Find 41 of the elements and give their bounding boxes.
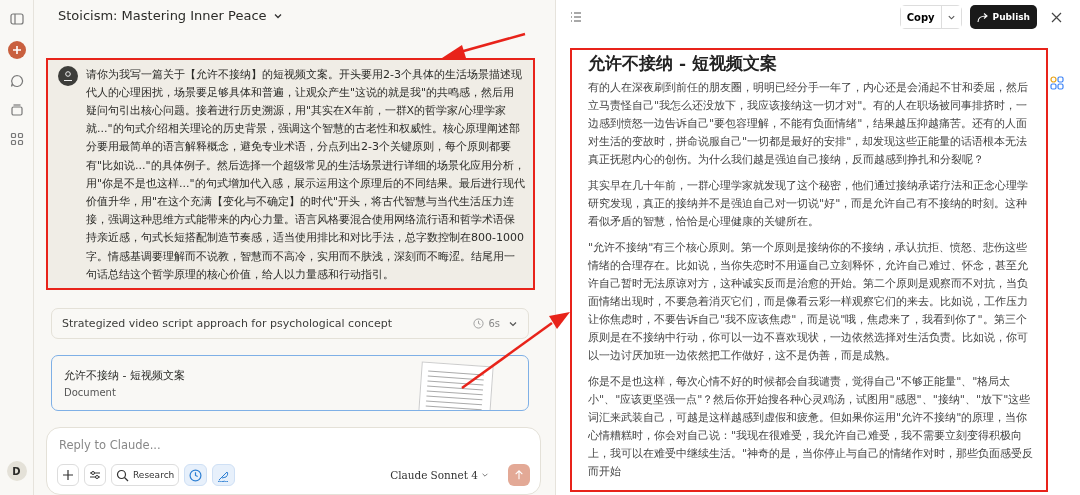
document-card-type: Document (64, 387, 117, 399)
document-card[interactable]: 允许不接纳 - 短视频文案 Document (51, 355, 529, 411)
publish-button[interactable]: Publish (969, 5, 1037, 29)
plus-icon (62, 469, 74, 481)
thinking-duration: 6s (488, 318, 500, 330)
clock-icon (473, 318, 485, 330)
model-selector[interactable]: Claude Sonnet 4 (384, 468, 495, 482)
thinking-summary-text: Strategized video script approach for psychological concept (62, 317, 393, 331)
document-paragraph: 有的人在深夜刷到前任的朋友圈，明明已经分手一年了，内心还是会涌起不甘和委屈，然后立马责怪自己"我怎么还没放下，我应该接纳这一切才对"。有的人在职场被同事排挤时，一边感到愤怒一边告诉自己"要包容理解，不能有负面情绪"，结果越压抑越痛苦。还有的人面对生活的变故时，拼命说服自己"一切都是最好的安排"，却发现这些正能量的话语根本无法真正抚慰内心的创伤。为什么我们越是强迫自己接纳，反而越感到挣扎和分裂呢？ (588, 80, 1029, 168)
clock-icon (189, 468, 203, 482)
sidebar-toggle-icon[interactable] (9, 12, 24, 26)
document-card-title: 允许不接纳 - 短视频文案 (64, 368, 185, 384)
user-message-text: 请你为我写一篇关于【允许不接纳】的短视频文案。开头要用2-3个具体的生活场景描述现代人的心理困扰，场景要足够具体和普遍，让观众产生"这说的就是我"的共鸣感，然后用疑问句引出核心问题。接着进行历史溯源，用"其实在X年前，一群X的哲学家/心理学家就..."的句式介绍相关理论的历史背景，强调这个智慧的古老性和权威性。核心原理阐述部分要用最简单的语言解释概念，避免专业术语，分点列出2-3个关键原则，每个原则都要有"比如说..."的具体例子。然后选择一个超级常见的生活场景进行详细的场景化应用分析，用"你是不是也这样..."的句式增加代入感，展示运用这个原理后的不同结果。最后进行现代价值升华，用"在这个充满【变化与不确定】的时代"开头，将古代智慧与当代生活压力连接，强调这种思维方式能带来的内心力量。语言风格要混合使用网络流行语和哲学术语保持亲近感，句式长短搭配制造节奏感，适当使用排比和对比手法，总字数控制在800-1000字。情感基调要理解而不说教，智慧而不高冷，实用而不肤浅，深刻而不晦涩。结尾用一句话总结这个哲学原理的核心价值，给人以力量感和行动指引。 (86, 66, 525, 283)
extended-thinking-toggle[interactable] (184, 464, 208, 486)
chat-title[interactable]: Stoicism: Mastering Inner Peace (58, 8, 267, 24)
share-arrow-icon (976, 11, 989, 23)
document-paragraph: 你是不是也这样，每次心情不好的时候都会自我谴责，觉得自己"不够正能量"、"格局太小"、"应该更坚强一点"？然后你开始搜各种心灵鸡汤，试图用"感恩"、"接纳"、"放下"这些词汇来武装自己，可越是这样越感到虚假和疲惫。但如果你运用"允许不接纳"的原理，当你心情糟糕时，你会对自己说："我现在很难受，我允许自己难受，我不需要立刻变得积极向上，我可以在难受中继续生活。"神奇的是，当你停止与自己的情绪作对时，那些负面感受反而开始 (588, 374, 1035, 480)
chat-bubble-icon[interactable] (9, 74, 24, 88)
search-icon (116, 468, 129, 482)
copy-button[interactable]: Copy (900, 6, 942, 28)
user-avatar-icon (58, 65, 78, 86)
document-title: 允许不接纳 - 短视频文案 (588, 52, 778, 75)
outline-list-icon[interactable] (570, 11, 582, 23)
chevron-down-icon (481, 471, 489, 479)
reply-field[interactable]: Reply to Claude... Research Claude Sonnet 4 (46, 427, 541, 495)
projects-icon[interactable] (9, 103, 24, 117)
add-button[interactable] (57, 464, 79, 486)
grid-icon[interactable] (1050, 76, 1064, 90)
sliders-icon (89, 469, 101, 481)
research-button[interactable]: Research (111, 464, 180, 486)
arrow-up-icon (514, 469, 524, 481)
close-icon[interactable] (1051, 11, 1062, 23)
tools-button[interactable] (84, 464, 106, 486)
document-paragraph: 其实早在几十年前，一群心理学家就发现了这个秘密，他们通过接纳承诺疗法和正念心理学研究发现，真正的接纳并不是强迫自己对一切说"好"，而是允许自己有不接纳的时刻。这种看似矛盾的智慧，恰恰是心理健康的关键所在。 (588, 178, 1029, 230)
artifacts-icon[interactable] (9, 132, 24, 146)
user-avatar[interactable]: D (6, 461, 27, 481)
style-toggle[interactable] (212, 464, 236, 486)
new-chat-icon[interactable] (7, 41, 26, 59)
document-paragraph: "允许不接纳"有三个核心原则。第一个原则是接纳你的不接纳，承认抗拒、愤怒、悲伤这些情绪的合理存在。比如说，当你失恋时不用逼自己立刻释怀，允许自己难过、怀念，甚至允许自己暂时无法原谅对方，这种诚实反而是治愈的开始。第二个原则是观察而不对抗，当负面情绪出现时，不要急着消灭它们，而是像看云彩一样观察它们的来去。比如说，工作压力让你焦虑时，不要告诉自己"我不应该焦虑"，而是说"哦，焦虑来了，我看到你了"。第三个原则是在不接纳中行动，你可以一边不喜欢现状，一边依然选择对生活负责。比如说，你可以一边讨厌加班一边依然把工作做好，这不是伪善，而是成熟。 (588, 240, 1029, 364)
send-button[interactable] (508, 464, 530, 486)
thinking-summary[interactable]: Strategized video script approach for psychological concept 6s (51, 308, 529, 340)
